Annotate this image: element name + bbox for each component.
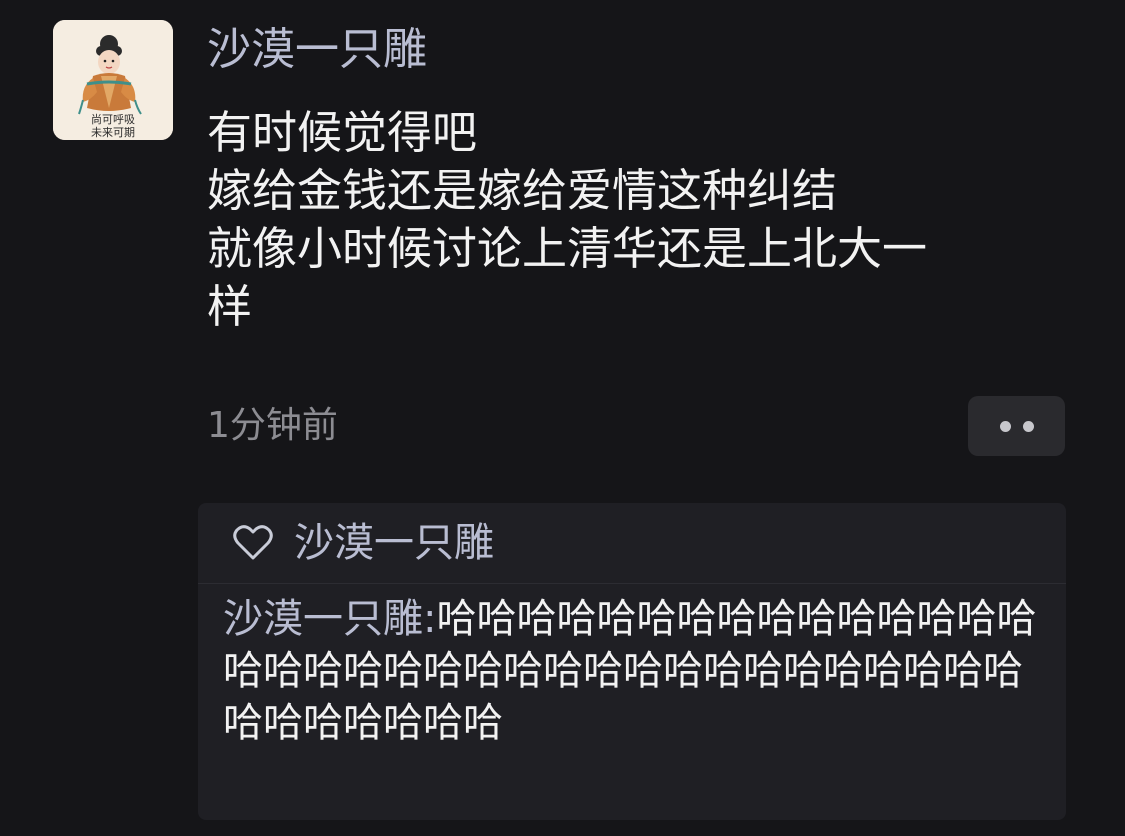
post-content: 有时候觉得吧 嫁给金钱还是嫁给爱情这种纠结 就像小时候讨论上清华还是上北大一 样 — [207, 104, 1067, 336]
post-line: 样 — [207, 280, 253, 333]
likes-comments-panel: 沙漠一只雕 沙漠一只雕:哈哈哈哈哈哈哈哈哈哈哈哈哈哈哈哈哈哈哈哈哈哈哈哈哈哈哈哈… — [198, 503, 1066, 820]
more-options-button[interactable] — [968, 396, 1065, 456]
post-timestamp: 1分钟前 — [207, 405, 338, 446]
comment-author[interactable]: 沙漠一只雕: — [223, 596, 436, 642]
more-dots-icon — [999, 420, 1011, 432]
avatar-caption-line2: 未来可期 — [91, 126, 135, 139]
likes-row: 沙漠一只雕 — [198, 503, 1066, 584]
liker-name[interactable]: 沙漠一只雕 — [294, 517, 494, 569]
comment-item[interactable]: 沙漠一只雕:哈哈哈哈哈哈哈哈哈哈哈哈哈哈哈哈哈哈哈哈哈哈哈哈哈哈哈哈哈哈哈哈哈哈… — [223, 593, 1053, 749]
post-username[interactable]: 沙漠一只雕 — [207, 22, 427, 78]
post-line: 有时候觉得吧 — [207, 106, 478, 159]
post-line: 就像小时候讨论上清华还是上北大一 — [207, 222, 928, 275]
more-dots-icon — [1022, 420, 1034, 432]
post-line: 嫁给金钱还是嫁给爱情这种纠结 — [207, 164, 838, 217]
avatar[interactable]: 尚可呼吸 未来可期 — [53, 20, 173, 140]
heart-outline-icon[interactable] — [232, 522, 274, 562]
avatar-caption-line1: 尚可呼吸 — [91, 113, 135, 126]
